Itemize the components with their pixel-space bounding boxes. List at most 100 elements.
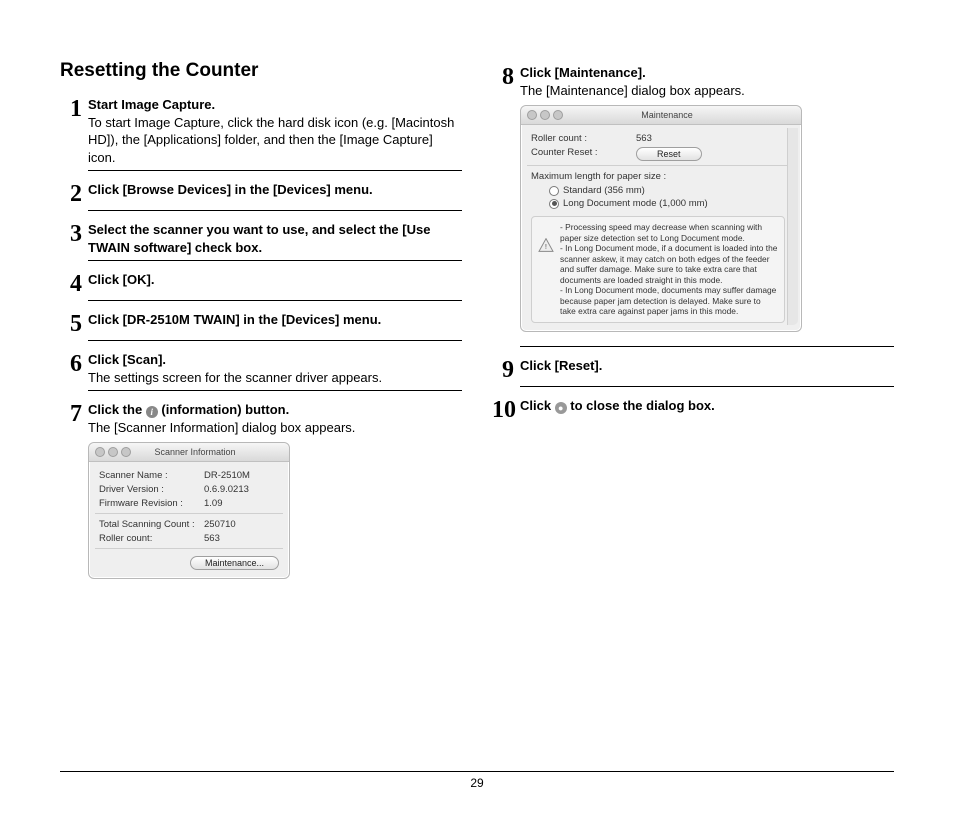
warning-note: ! - Processing speed may decrease when s… — [531, 216, 785, 323]
scanner-information-dialog: Scanner Information Scanner Name :DR-251… — [88, 442, 290, 579]
dialog-body: Scanner Name :DR-2510M Driver Version :0… — [89, 462, 289, 578]
step-number: 4 — [60, 271, 82, 296]
info-value: 1.09 — [204, 498, 223, 509]
step-2: 2 Click [Browse Devices] in the [Devices… — [60, 181, 462, 206]
step-divider — [88, 170, 462, 171]
radio-long-document[interactable]: Long Document mode (1,000 mm) — [531, 197, 785, 210]
step-3: 3 Select the scanner you want to use, an… — [60, 221, 462, 256]
left-column: Resetting the Counter 1 Start Image Capt… — [60, 60, 462, 579]
close-icon[interactable] — [527, 110, 537, 120]
step-number: 2 — [60, 181, 82, 206]
step-1: 1 Start Image Capture. To start Image Ca… — [60, 96, 462, 166]
step-title-part: Click the — [88, 402, 146, 417]
step-title: Start Image Capture. — [88, 97, 215, 112]
step-5: 5 Click [DR-2510M TWAIN] in the [Devices… — [60, 311, 462, 336]
info-row: Driver Version :0.6.9.0213 — [99, 482, 279, 496]
info-value: 563 — [636, 133, 652, 144]
close-icon: ● — [555, 402, 567, 414]
step-title: Click [Reset]. — [520, 358, 602, 373]
step-body: Start Image Capture. To start Image Capt… — [82, 96, 462, 166]
step-title: Click [Maintenance]. — [520, 65, 646, 80]
step-number: 6 — [60, 351, 82, 376]
info-row: Total Scanning Count :250710 — [99, 517, 279, 531]
dialog-titlebar: Maintenance — [521, 106, 801, 125]
dialog-body: Roller count :563 Counter Reset :Reset M… — [521, 125, 801, 331]
step-9: 9 Click [Reset]. — [492, 357, 894, 382]
info-value: 563 — [204, 533, 220, 544]
warning-text: - Processing speed may decrease when sca… — [560, 222, 778, 317]
step-title-part: Click — [520, 398, 555, 413]
info-icon: i — [146, 406, 158, 418]
step-number: 8 — [492, 64, 514, 89]
info-value: 0.6.9.0213 — [204, 484, 249, 495]
step-title: Click [OK]. — [88, 272, 154, 287]
info-value: 250710 — [204, 519, 236, 530]
radio-icon[interactable] — [549, 199, 559, 209]
step-desc: To start Image Capture, click the hard d… — [88, 115, 454, 165]
step-10: 10 Click ● to close the dialog box. — [492, 397, 894, 422]
warning-icon: ! — [538, 238, 554, 252]
section-title: Resetting the Counter — [60, 60, 462, 82]
step-title: Click [DR-2510M TWAIN] in the [Devices] … — [88, 312, 381, 327]
info-row: Roller count:563 — [99, 531, 279, 545]
step-divider — [520, 346, 894, 347]
scrollbar[interactable] — [787, 128, 798, 325]
roller-count-row: Roller count :563 — [531, 131, 785, 145]
info-key: Roller count : — [531, 133, 636, 144]
info-key: Total Scanning Count : — [99, 519, 204, 530]
radio-label: Long Document mode (1,000 mm) — [563, 198, 708, 209]
step-title: Click [Scan]. — [88, 352, 166, 367]
max-length-label: Maximum length for paper size : — [531, 169, 785, 184]
reset-button[interactable]: Reset — [636, 147, 702, 161]
step-number: 3 — [60, 221, 82, 246]
info-key: Counter Reset : — [531, 147, 636, 161]
step-desc: The [Maintenance] dialog box appears. — [520, 83, 745, 98]
radio-icon[interactable] — [549, 186, 559, 196]
step-number: 5 — [60, 311, 82, 336]
step-divider — [88, 390, 462, 391]
step-number: 7 — [60, 401, 82, 426]
step-desc: The [Scanner Information] dialog box app… — [88, 420, 355, 435]
step-divider — [520, 386, 894, 387]
dialog-divider — [95, 513, 283, 514]
counter-reset-row: Counter Reset :Reset — [531, 145, 785, 162]
footer-rule — [60, 771, 894, 772]
info-row: Firmware Revision :1.09 — [99, 496, 279, 510]
dialog-divider — [95, 548, 283, 549]
dialog-title: Scanner Information — [107, 447, 283, 457]
page-number: 29 — [0, 776, 954, 790]
step-desc: The settings screen for the scanner driv… — [88, 370, 382, 385]
step-title: Select the scanner you want to use, and … — [88, 222, 430, 255]
info-value: DR-2510M — [204, 470, 250, 481]
info-row: Scanner Name :DR-2510M — [99, 468, 279, 482]
svg-text:!: ! — [545, 242, 547, 251]
step-title-part: (information) button. — [158, 402, 289, 417]
info-key: Roller count: — [99, 533, 204, 544]
step-divider — [88, 260, 462, 261]
step-number: 9 — [492, 357, 514, 382]
info-key: Scanner Name : — [99, 470, 204, 481]
step-title: Click [Browse Devices] in the [Devices] … — [88, 182, 373, 197]
step-4: 4 Click [OK]. — [60, 271, 462, 296]
step-divider — [88, 210, 462, 211]
radio-standard[interactable]: Standard (356 mm) — [531, 184, 785, 197]
two-column-layout: Resetting the Counter 1 Start Image Capt… — [60, 60, 894, 579]
maintenance-dialog: Maintenance Roller count :563 Counter Re… — [520, 105, 802, 332]
dialog-titlebar: Scanner Information — [89, 443, 289, 462]
dialog-title: Maintenance — [539, 110, 795, 120]
step-number: 1 — [60, 96, 82, 121]
info-key: Firmware Revision : — [99, 498, 204, 509]
step-6: 6 Click [Scan]. The settings screen for … — [60, 351, 462, 386]
close-icon[interactable] — [95, 447, 105, 457]
step-8: 8 Click [Maintenance]. The [Maintenance]… — [492, 64, 894, 99]
right-column: 8 Click [Maintenance]. The [Maintenance]… — [492, 60, 894, 579]
dialog-divider — [527, 165, 789, 166]
info-key: Driver Version : — [99, 484, 204, 495]
document-page: Resetting the Counter 1 Start Image Capt… — [0, 0, 954, 818]
step-divider — [88, 300, 462, 301]
step-title-part: to close the dialog box. — [567, 398, 715, 413]
maintenance-button[interactable]: Maintenance... — [190, 556, 279, 570]
step-divider — [88, 340, 462, 341]
step-number: 10 — [492, 397, 514, 422]
radio-label: Standard (356 mm) — [563, 185, 645, 196]
